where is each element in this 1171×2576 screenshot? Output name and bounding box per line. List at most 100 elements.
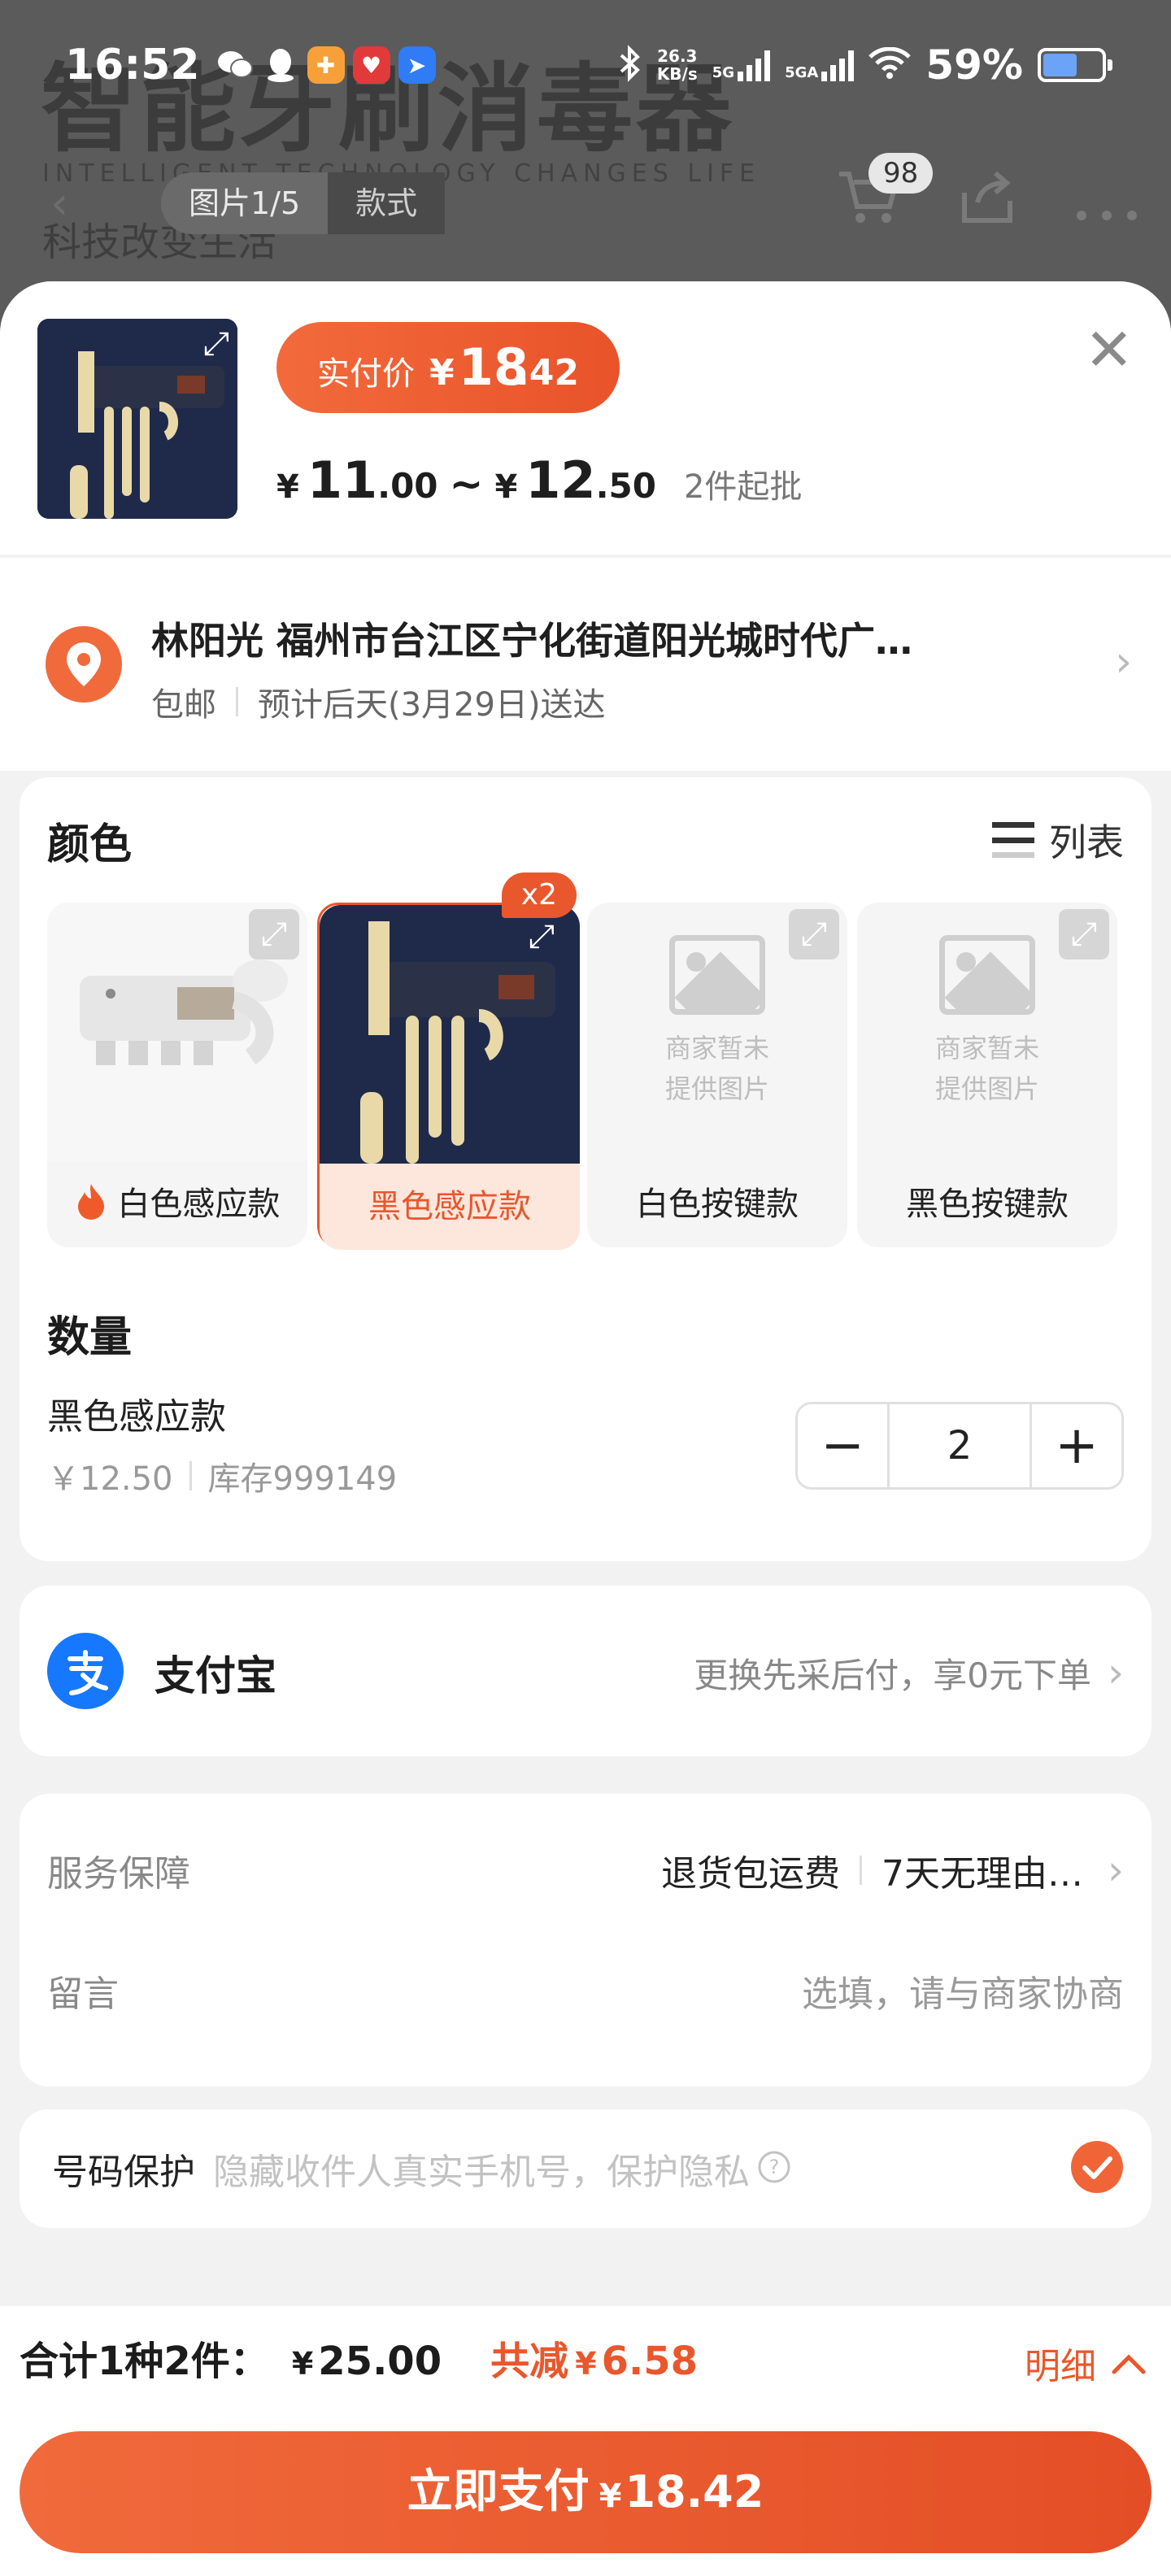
color-option-white-button[interactable]: 商家暂未 提供图片 ⤢ 白色按键款: [587, 903, 847, 1247]
hot-flame-icon: [75, 1184, 118, 1223]
option-label: 黑色按键款: [906, 1186, 1069, 1223]
delivery-info: 包邮 预计后天(3月29日)送达: [151, 678, 606, 725]
privacy-label: 号码保护: [52, 2152, 195, 2193]
message-input[interactable]: 选填，请与商家协商: [802, 1965, 1124, 2017]
message-label: 留言: [47, 1973, 119, 2015]
color-option-white-sensor[interactable]: ⤢ 白色感应款: [47, 903, 307, 1247]
status-right: 26.3 KB/s 5G 5GA 59%: [618, 41, 1112, 89]
bg-gallery-tabs: 图片1/5 款式: [161, 172, 446, 234]
chevron-right-icon: ›: [1115, 637, 1132, 686]
bg-style-tab: 款式: [328, 172, 446, 234]
privacy-hint: 隐藏收件人真实手机号，保护隐私: [213, 2152, 750, 2193]
option-label: 白色感应款: [47, 1161, 307, 1247]
list-icon: [992, 822, 1034, 858]
total-amount: 25.00: [318, 2339, 442, 2384]
option-label: 黑色感应款: [320, 1164, 580, 1250]
actual-price-pill: 实付价 ¥ 18.42: [276, 322, 620, 413]
app-blue-icon: ➤: [398, 46, 436, 84]
no-image-placeholder: 商家暂未 提供图片: [857, 935, 1117, 1109]
more-icon: [1075, 171, 1138, 237]
free-shipping-label: 包邮: [151, 686, 216, 724]
service-guarantee-row[interactable]: 服务保障 退货包运费 7天无理由… ›: [47, 1844, 1124, 1896]
payment-hint: 更换先采后付，享0元下单: [694, 1655, 1091, 1695]
cart-icon: 98: [836, 153, 934, 240]
variant-stock: 库存999149: [207, 1460, 398, 1498]
app-red-icon: ♥: [352, 46, 390, 84]
color-title: 颜色: [47, 820, 133, 869]
address-text: 林阳光 福州市台江区宁化街道阳光城时代广…: [151, 619, 913, 663]
chevron-right-icon: ›: [1108, 1847, 1124, 1894]
app-orange-icon: ✚: [307, 46, 345, 84]
payment-method-card[interactable]: 支付宝 更换先采后付，享0元下单 ›: [20, 1586, 1151, 1756]
qq-icon: [262, 46, 299, 84]
payment-method-name: 支付宝: [155, 1652, 276, 1699]
net-speed: 26.3 KB/s: [656, 46, 698, 84]
no-image-placeholder: 商家暂未 提供图片: [587, 935, 847, 1109]
expand-icon[interactable]: ⤢: [249, 909, 299, 959]
selected-count-badge: x2: [501, 872, 577, 918]
share-icon: [960, 168, 1016, 239]
service-card: 服务保障 退货包运费 7天无理由… › 留言 选填，请与商家协商: [20, 1794, 1151, 2086]
expand-icon[interactable]: ⤢: [516, 912, 567, 962]
service-label: 服务保障: [47, 1853, 190, 1895]
list-view-toggle[interactable]: 列表: [992, 813, 1124, 867]
discount-amount: 6.58: [601, 2339, 698, 2384]
delivery-estimate: 预计后天(3月29日)送达: [258, 686, 606, 724]
wifi-icon: [868, 46, 912, 83]
color-option-black-button[interactable]: 商家暂未 提供图片 ⤢ 黑色按键款: [857, 903, 1117, 1247]
color-options: ⤢ 白色感应款 ⤢ x2 黑色感应款 商家暂未 提供图片 ⤢ 白色按键款 商家暂…: [47, 872, 1117, 1250]
chevron-up-icon: [1111, 2343, 1147, 2384]
message-row[interactable]: 留言 选填，请与商家协商: [47, 1965, 1124, 2017]
option-label: 白色按键款: [636, 1186, 799, 1223]
pay-now-button[interactable]: 立即支付 ¥ 18.42: [20, 2431, 1151, 2553]
number-protection-card: 号码保护 隐藏收件人真实手机号，保护隐私 ?: [20, 2109, 1151, 2228]
service-7day-return: 7天无理由…: [882, 1853, 1083, 1895]
privacy-checkbox[interactable]: [1070, 2140, 1124, 2197]
alipay-icon: [47, 1633, 124, 1712]
total-label: 合计1种2件：: [20, 2339, 269, 2384]
quantity-value[interactable]: 2: [887, 1404, 1032, 1487]
location-pin-icon: [46, 626, 122, 703]
price-detail-toggle[interactable]: 明细: [1025, 2337, 1147, 2389]
decrease-button[interactable]: −: [798, 1404, 887, 1487]
increase-button[interactable]: +: [1032, 1404, 1121, 1487]
expand-icon[interactable]: ⤢: [1059, 909, 1109, 959]
price-range: ¥ 11.00 ~ ¥ 12.50 2件起批: [276, 450, 803, 510]
image-placeholder-icon: [939, 935, 1035, 1015]
quantity-stepper: − 2 +: [795, 1402, 1124, 1490]
expand-icon[interactable]: ⤢: [789, 909, 839, 959]
image-placeholder-icon: [669, 935, 765, 1015]
selected-variant-name: 黑色感应款: [47, 1396, 226, 1438]
product-thumbnail[interactable]: ⤢: [37, 319, 237, 519]
checkout-bar: 合计1种2件： ¥ 25.00 共减 ¥ 6.58 明细 立即支付 ¥ 18.4…: [0, 2306, 1171, 2576]
min-order-qty: 2件起批: [683, 468, 803, 506]
svg-text:?: ?: [769, 2156, 780, 2178]
quantity-title: 数量: [47, 1313, 133, 1362]
color-option-black-sensor[interactable]: ⤢ x2 黑色感应款: [317, 872, 580, 1250]
sku-selection-sheet: ⤢ 实付价 ¥ 18.42 ¥ 11.00 ~ ¥ 12.50 2件起批 ✕ 林…: [0, 281, 1171, 2576]
bg-top-icons: 98: [836, 153, 1138, 240]
discount-label: 共减: [490, 2339, 569, 2384]
bluetooth-icon: [618, 44, 642, 86]
status-bar: 16:52 ✚ ♥ ➤ 26.3 KB/s 5G 5GA 59%: [0, 0, 1171, 130]
variant-price-stock: ￥12.50 库存999149: [47, 1452, 397, 1499]
signal-5g: 5G: [712, 49, 771, 81]
back-arrow-icon: ‹: [50, 177, 69, 230]
expand-icon[interactable]: ⤢: [203, 325, 229, 363]
order-total: 合计1种2件： ¥ 25.00 共减 ¥ 6.58: [20, 2329, 698, 2386]
address-row[interactable]: 林阳光 福州市台江区宁化街道阳光城时代广… 包邮 预计后天(3月29日)送达 ›: [0, 558, 1171, 771]
notification-icons: ✚ ♥ ➤: [216, 46, 436, 84]
status-time: 16:52: [65, 41, 200, 89]
variant-price: ￥12.50: [47, 1460, 173, 1498]
close-icon[interactable]: ✕: [1085, 320, 1134, 379]
battery-icon: [1038, 48, 1112, 82]
sheet-header: ⤢ 实付价 ¥ 18.42 ¥ 11.00 ~ ¥ 12.50 2件起批 ✕: [0, 281, 1171, 555]
pay-amount: 18.42: [625, 2466, 764, 2517]
help-icon[interactable]: ?: [756, 2149, 792, 2188]
bg-image-counter: 图片1/5: [161, 172, 329, 234]
service-return-shipping: 退货包运费: [661, 1853, 840, 1895]
battery-percent: 59%: [925, 41, 1023, 89]
sku-card: 颜色 列表 ⤢ 白色感应款 ⤢ x2 黑色感应款 商家暂未 提供图片 ⤢ 白色按…: [20, 777, 1151, 1561]
signal-5ga: 5GA: [785, 49, 855, 81]
wechat-icon: [216, 46, 254, 84]
